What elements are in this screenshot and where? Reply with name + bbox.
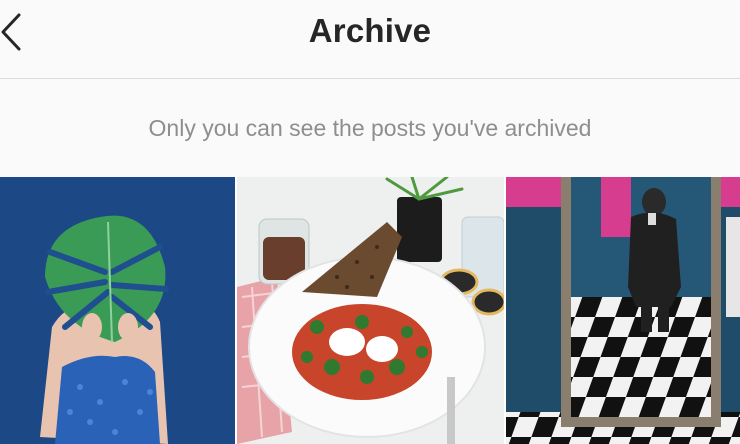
archive-notice: Only you can see the posts you've archiv…: [0, 79, 740, 177]
page-title: Archive: [308, 12, 432, 49]
post-1-image: [0, 177, 235, 444]
archived-post-thumbnail-2[interactable]: [237, 177, 504, 444]
archive-notice-text: Only you can see the posts you've archiv…: [148, 115, 592, 141]
post-2-image: [237, 177, 504, 444]
archived-posts-grid: [0, 177, 740, 444]
archived-post-thumbnail-3[interactable]: [506, 177, 740, 444]
archived-post-thumbnail-1[interactable]: [0, 177, 235, 444]
post-3-image: [506, 177, 740, 444]
top-bar: Archive: [0, 0, 740, 79]
